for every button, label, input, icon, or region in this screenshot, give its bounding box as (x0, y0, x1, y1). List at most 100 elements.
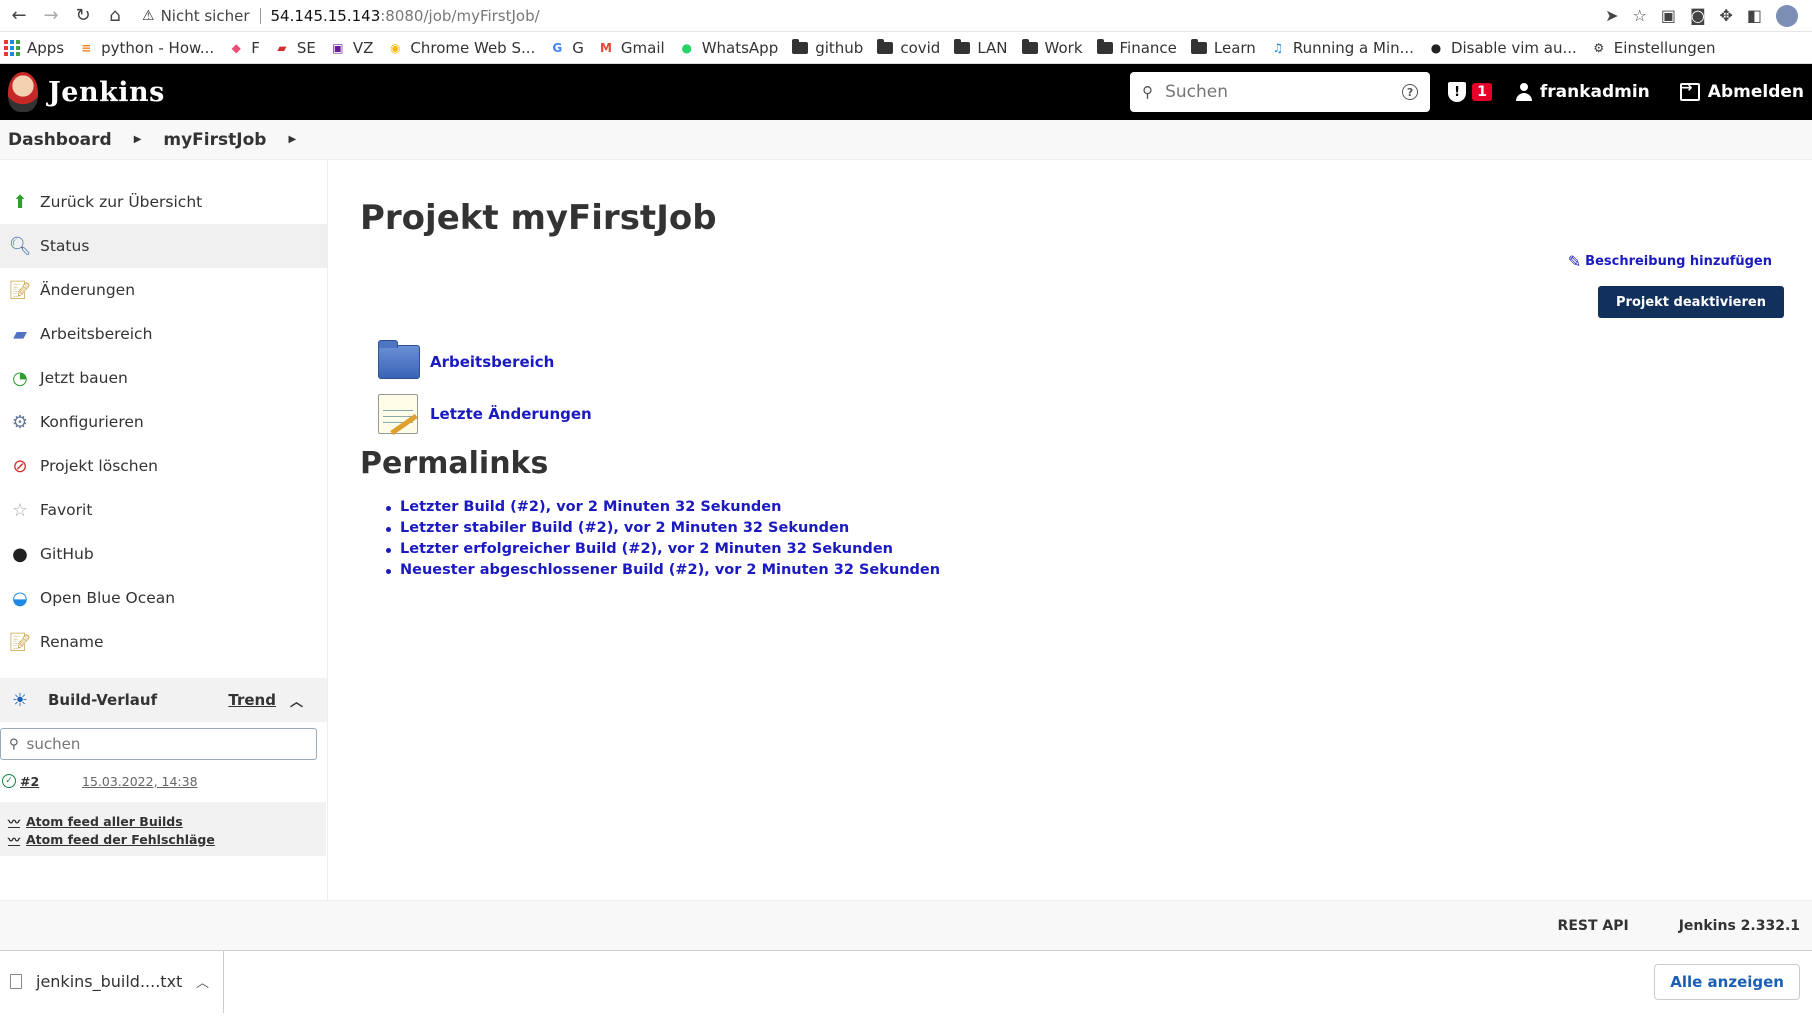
permalinks-list: Letzter Build (#2), vor 2 Minuten 32 Sek… (360, 499, 1812, 583)
star-icon: ☆ (11, 499, 29, 521)
bookmark-item[interactable]: Work (1021, 38, 1083, 57)
bookmark-item[interactable]: ◉ Chrome Web S... (387, 39, 535, 57)
help-icon[interactable]: ? (1402, 84, 1419, 100)
rss-icon: 〰 (8, 814, 21, 829)
bookmark-item[interactable]: ● Disable vim au... (1428, 39, 1577, 57)
sidebar-item-zurück-zur-übersicht[interactable]: ⬆ Zurück zur Übersicht (0, 180, 327, 224)
bookmark-label: VZ (352, 38, 374, 57)
breadcrumb-arrow-icon[interactable]: ▶ (134, 134, 142, 145)
bookmark-item[interactable]: LAN (954, 38, 1008, 57)
bookmark-item[interactable]: covid (877, 38, 940, 57)
build-date-link[interactable]: 15.03.2022, 14:38 (82, 774, 198, 789)
bookmark-item[interactable]: ♫ Running a Min... (1270, 39, 1414, 57)
build-search-box: ⚲ (0, 728, 317, 760)
bookmark-star-icon[interactable]: ☆ (1632, 6, 1646, 25)
bookmark-item[interactable]: github (792, 38, 863, 57)
no-entry-icon: ⊘ (12, 455, 28, 477)
show-all-downloads-button[interactable]: Alle anzeigen (1654, 964, 1800, 1000)
sidebar-item-jetzt-bauen[interactable]: ◔ Jetzt bauen (0, 356, 327, 400)
user-link[interactable]: frankadmin (1515, 82, 1650, 102)
folder-icon (877, 38, 894, 56)
sidebar-item-open-blue-ocean[interactable]: ◒ Open Blue Ocean (0, 576, 327, 620)
build-number-link[interactable]: #2 (20, 774, 82, 789)
permalink-item[interactable]: Letzter Build (#2), vor 2 Minuten 32 Sek… (386, 499, 1812, 520)
recent-changes-link[interactable]: Letzte Änderungen (378, 388, 1812, 440)
sidebar-item-projekt-löschen[interactable]: ⊘ Projekt löschen (0, 444, 327, 488)
bookmark-item[interactable]: Finance (1096, 38, 1177, 57)
chrome-webstore-icon: ◉ (390, 40, 401, 55)
bookmark-item[interactable]: GG (549, 39, 584, 57)
sidebar-item-github[interactable]: ● GitHub (0, 532, 327, 576)
bookmark-item[interactable]: M Gmail (598, 39, 665, 57)
bookmark-label: SE (296, 38, 316, 57)
breadcrumb-arrow-icon[interactable]: ▶ (288, 134, 296, 145)
reload-icon[interactable]: ↻ (70, 3, 96, 29)
address-bar[interactable]: ⚠ Nicht sicher 54.145.15.143 :8080/job/m… (134, 2, 1605, 30)
bookmark-item[interactable]: ◆ F (228, 39, 260, 57)
home-icon[interactable]: ⌂ (102, 3, 128, 29)
chevron-up-icon[interactable]: ︿ (196, 972, 209, 991)
chevron-up-icon[interactable]: ︿ (290, 691, 303, 710)
sidebar-item-favorit[interactable]: ☆ Favorit (0, 488, 327, 532)
back-arrow-icon[interactable]: ← (6, 3, 32, 29)
se-icon: ▰ (277, 40, 287, 55)
f-icon: ◆ (231, 40, 241, 55)
search-input[interactable] (1165, 82, 1403, 102)
send-icon[interactable]: ➤ (1605, 6, 1618, 25)
breadcrumb-job[interactable]: myFirstJob (163, 130, 266, 150)
search-box: ⚲ ? (1130, 72, 1431, 112)
vz-icon: ▣ (332, 40, 344, 55)
bookmark-item[interactable]: ⚙ Einstellungen (1591, 39, 1715, 57)
extension-icon[interactable]: ▣ (1661, 6, 1676, 25)
sidebar-item-konfigurieren[interactable]: ⚙ Konfigurieren (0, 400, 327, 444)
bookmarks-bar: Apps ≡ python - How... ◆ F ▰ SE ▣ VZ ◉ Chrome Web … (0, 32, 1812, 64)
folder-icon (1096, 38, 1113, 56)
add-description-link[interactable]: ✎ Beschreibung hinzufügen (1568, 252, 1772, 271)
forward-arrow-icon[interactable]: → (38, 3, 64, 29)
folder-icon (1021, 38, 1038, 56)
extension-icon[interactable]: ◙ (1690, 6, 1706, 25)
bookmark-item[interactable]: Learn (1190, 38, 1256, 57)
breadcrumb: Dashboard ▶ myFirstJob ▶ (0, 120, 1812, 160)
logout-label: Abmelden (1707, 82, 1804, 102)
bookmark-label: Running a Min... (1292, 38, 1414, 57)
pencil-icon: ✎ (1567, 252, 1582, 271)
jenkins-header: Jenkins ⚲ ? ! 1 frankadmin Abmelden (0, 64, 1812, 120)
rest-api-link[interactable]: REST API (1558, 918, 1629, 934)
sidebar-item-rename[interactable]: 📝︎ Rename (0, 620, 327, 664)
permalink-item[interactable]: Neuester abgeschlossener Build (#2), vor… (386, 562, 1812, 583)
feed-all-builds[interactable]: 〰 Atom feed aller Builds (8, 812, 318, 830)
sidebar-item-änderungen[interactable]: 📝︎ Änderungen (0, 268, 327, 312)
permalink-item[interactable]: Letzter stabiler Build (#2), vor 2 Minut… (386, 520, 1812, 541)
github-icon: ● (12, 543, 28, 565)
bookmark-item[interactable]: ● WhatsApp (679, 39, 778, 57)
logout-link[interactable]: Abmelden (1679, 80, 1804, 102)
breadcrumb-dashboard[interactable]: Dashboard (8, 130, 112, 150)
feed-all-label: Atom feed aller Builds (26, 813, 183, 829)
profile-avatar[interactable] (1776, 4, 1798, 27)
bookmark-item[interactable]: ▰ SE (274, 39, 316, 57)
download-item[interactable]: jenkins_build....txt ︿ (0, 950, 224, 1013)
jenkins-logo[interactable]: Jenkins (8, 72, 165, 112)
bookmark-item[interactable]: Apps (4, 39, 64, 57)
browser-toolbar: ← → ↻ ⌂ ⚠ Nicht sicher 54.145.15.143 :80… (0, 0, 1812, 32)
feed-failures[interactable]: 〰 Atom feed der Fehlschläge (8, 830, 318, 848)
sidebar-item-label: Konfigurieren (40, 413, 144, 431)
sidebar-item-label: Zurück zur Übersicht (40, 193, 203, 211)
warning-icon: ⚠ (142, 7, 155, 24)
build-history-icon: ☀ (11, 689, 29, 711)
sidebar-item-status[interactable]: 🔍︎ Status (0, 224, 327, 268)
sidebar-item-arbeitsbereich[interactable]: ▰ Arbeitsbereich (0, 312, 327, 356)
deactivate-project-button[interactable]: Projekt deaktivieren (1598, 286, 1784, 318)
sidepanel-icon[interactable]: ◧ (1747, 6, 1762, 25)
puzzle-icon[interactable]: ✥ (1719, 6, 1732, 25)
permalink-item[interactable]: Letzter erfolgreicher Build (#2), vor 2 … (386, 541, 1812, 562)
bookmark-item[interactable]: ▣ VZ (330, 38, 374, 57)
bookmark-item[interactable]: ≡ python - How... (78, 39, 214, 57)
trend-link[interactable]: Trend (228, 691, 276, 709)
notepad-icon: 📝︎ (8, 279, 32, 301)
version-link[interactable]: Jenkins 2.332.1 (1679, 918, 1800, 934)
security-alert[interactable]: ! 1 (1448, 82, 1492, 102)
build-search-input[interactable] (26, 735, 316, 753)
workspace-link[interactable]: Arbeitsbereich (378, 336, 1812, 388)
